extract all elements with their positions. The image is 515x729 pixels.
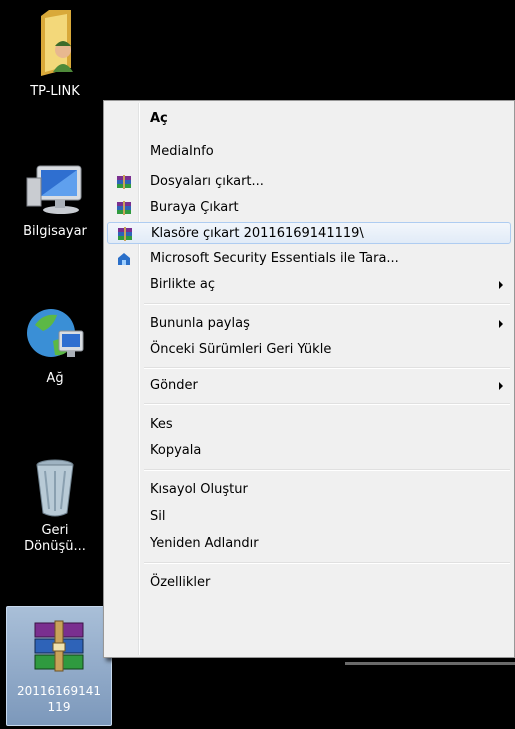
security-essentials-icon: [118, 253, 130, 265]
desktop-icon-computer[interactable]: Bilgisayar: [5, 160, 105, 240]
menu-item-label: Dosyaları çıkart...: [150, 174, 264, 189]
menu-item-open[interactable]: Aç: [107, 108, 511, 130]
menu-item-label: Kes: [150, 417, 173, 432]
menu-separator: [144, 403, 510, 405]
network-globe-icon: [27, 309, 84, 357]
menu-item-properties[interactable]: Özellikler: [107, 572, 511, 594]
desktop-icon-label: 20116169141 119: [17, 684, 101, 714]
menu-separator: [144, 303, 510, 305]
menu-item-label: Buraya Çıkart: [150, 200, 239, 215]
desktop-icon-label: Ağ: [46, 371, 64, 386]
menu-item-mediainfo[interactable]: MediaInfo: [107, 141, 511, 163]
menu-item-label: Aç: [150, 111, 168, 126]
winrar-icon: [117, 175, 131, 189]
menu-item-label: Önceki Sürümleri Geri Yükle: [150, 342, 332, 357]
menu-item-label: Özellikler: [150, 575, 211, 590]
desktop-icon-label: TP-LINK: [30, 84, 80, 99]
winrar-icon: [117, 201, 131, 215]
menu-separator: [144, 367, 510, 369]
menu-item-extract-here[interactable]: Buraya Çıkart: [107, 197, 511, 219]
menu-item-open-with[interactable]: Birlikte aç: [107, 274, 511, 296]
menu-item-extract-files[interactable]: Dosyaları çıkart...: [107, 171, 511, 193]
menu-separator: [144, 562, 510, 564]
background-window-edge: [345, 662, 515, 665]
menu-item-label: Sil: [150, 509, 166, 524]
menu-item-label: MediaInfo: [150, 144, 214, 159]
menu-item-share-with[interactable]: Bununla paylaş: [107, 313, 511, 335]
submenu-arrow-icon: [499, 320, 503, 328]
submenu-arrow-icon: [499, 382, 503, 390]
desktop-icon-recycle-bin[interactable]: Geri Dönüşü...: [5, 455, 105, 555]
menu-item-rename[interactable]: Yeniden Adlandır: [107, 533, 511, 555]
menu-item-cut[interactable]: Kes: [107, 414, 511, 436]
desktop-icon-tplink[interactable]: TP-LINK: [5, 8, 105, 100]
menu-item-label: Kopyala: [150, 443, 202, 458]
menu-separator: [144, 469, 510, 471]
menu-item-restore-previous-versions[interactable]: Önceki Sürümleri Geri Yükle: [107, 339, 511, 361]
menu-item-label: Microsoft Security Essentials ile Tara..…: [150, 251, 399, 266]
winrar-archive-icon: [34, 620, 84, 672]
desktop-icon-network[interactable]: Ağ: [5, 305, 105, 387]
menu-item-label: Gönder: [150, 378, 198, 393]
winrar-icon: [118, 227, 132, 241]
desktop-icon-label: Geri Dönüşü...: [24, 523, 86, 554]
computer-icon: [26, 165, 82, 214]
menu-item-label: Bununla paylaş: [150, 316, 250, 331]
menu-item-send-to[interactable]: Gönder: [107, 375, 511, 397]
menu-item-extract-to-folder[interactable]: Klasöre çıkart 20116169141119\: [107, 222, 511, 244]
context-menu: Aç MediaInfo Dosyaları çıkart... Buraya …: [103, 100, 515, 658]
menu-item-security-scan[interactable]: Microsoft Security Essentials ile Tara..…: [107, 248, 511, 270]
submenu-arrow-icon: [499, 281, 503, 289]
menu-item-label: Klasöre çıkart 20116169141119\: [151, 226, 364, 241]
recycle-bin-icon: [36, 459, 74, 517]
menu-item-label: Kısayol Oluştur: [150, 482, 248, 497]
folder-icon: [41, 10, 73, 76]
desktop-icon-label: Bilgisayar: [23, 224, 87, 239]
menu-item-delete[interactable]: Sil: [107, 506, 511, 528]
desktop-icon-rar-archive[interactable]: 20116169141 119: [6, 606, 112, 726]
menu-item-label: Yeniden Adlandır: [150, 536, 259, 551]
menu-item-copy[interactable]: Kopyala: [107, 440, 511, 462]
menu-item-label: Birlikte aç: [150, 277, 215, 292]
menu-item-create-shortcut[interactable]: Kısayol Oluştur: [107, 479, 511, 501]
